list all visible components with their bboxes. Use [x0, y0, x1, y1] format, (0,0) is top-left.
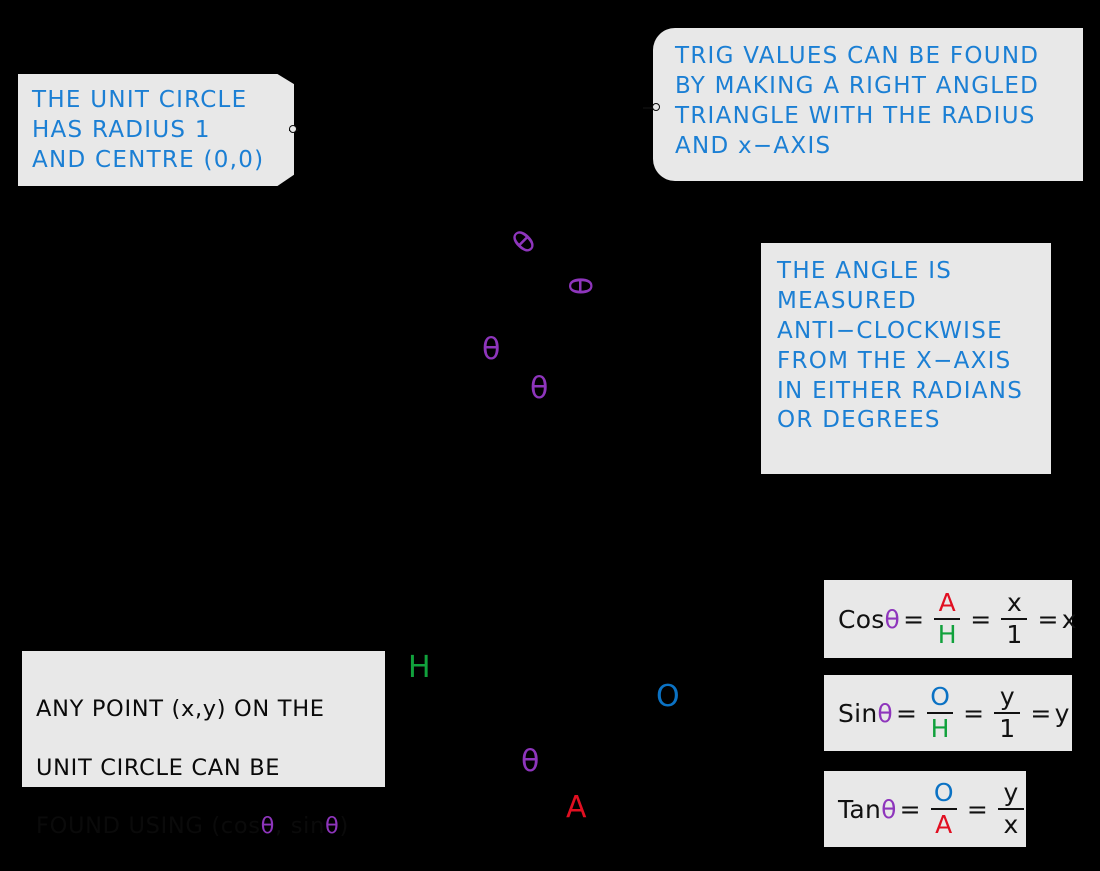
label-opposite: O — [656, 679, 680, 714]
formula-cos-fraction-values: x 1 — [1001, 588, 1028, 650]
formula-sin-fraction-ratio: O H — [927, 682, 954, 744]
theta-label-upright-left: θ — [482, 332, 501, 367]
formula-tan-equals-1: = — [899, 794, 921, 824]
formula-sin-name: Sin — [838, 698, 878, 728]
formula-tan-equals-2: = — [966, 794, 989, 824]
note-unit-circle: THE UNIT CIRCLE HAS RADIUS 1 AND CENTRE … — [18, 74, 294, 186]
label-adjacent: A — [566, 790, 587, 825]
formula-cos-denominator-hypotenuse: H — [937, 620, 957, 650]
formula-cos-numerator-x: x — [1006, 588, 1022, 618]
formula-sin-equals-2: = — [963, 698, 985, 728]
formula-sin-theta: θ — [877, 698, 893, 728]
formula-sin-numerator-opposite: O — [930, 682, 951, 712]
formula-sin: Sin θ = O H = y 1 = y — [824, 675, 1072, 751]
formula-tan-fraction-values: y x — [998, 778, 1025, 840]
formula-cos: Cos θ = A H = x 1 = x — [824, 580, 1076, 658]
theta-label-rotated-45: θ — [505, 223, 544, 262]
note-any-point-line-2: UNIT CIRCLE CAN BE — [36, 754, 281, 781]
formula-cos-numerator-adjacent: A — [938, 588, 956, 618]
note-any-point-line-3-middle: , sin — [275, 813, 326, 840]
connector-ring — [289, 125, 297, 133]
formula-cos-denominator-one: 1 — [1006, 620, 1023, 650]
formula-tan: Tan θ = O A = y x — [824, 771, 1026, 847]
formula-tan-denominator-adjacent: A — [935, 810, 953, 840]
diagram-canvas: THE UNIT CIRCLE HAS RADIUS 1 AND CENTRE … — [0, 0, 1100, 871]
formula-cos-result: x — [1061, 604, 1077, 634]
note-any-point-line-1: ANY POINT (x,y) ON THE — [36, 696, 325, 723]
formula-tan-numerator-opposite: O — [933, 778, 954, 808]
theta-label-triangle-angle: θ — [521, 744, 540, 779]
note-any-point-line-3-prefix: FOUND USING (cos — [36, 813, 261, 840]
formula-cos-equals-3: = — [1037, 604, 1059, 634]
note-angle-measurement: THE ANGLE IS MEASURED ANTI−CLOCKWISE FRO… — [761, 243, 1051, 474]
formula-sin-numerator-y: y — [999, 682, 1015, 712]
formula-tan-numerator-y: y — [1003, 778, 1019, 808]
formula-sin-denominator-one: 1 — [999, 714, 1016, 744]
theta-label-rotated-90: θ — [565, 276, 601, 296]
formula-cos-name: Cos — [838, 604, 885, 634]
theta-label-upright-right: θ — [530, 371, 549, 406]
label-hypotenuse: H — [408, 650, 431, 685]
formula-cos-equals-1: = — [903, 604, 925, 634]
formula-sin-equals-3: = — [1030, 698, 1052, 728]
formula-cos-fraction-ratio: A H — [934, 588, 961, 650]
formula-sin-fraction-values: y 1 — [994, 682, 1021, 744]
connector-stem — [643, 107, 652, 109]
formula-tan-theta: θ — [881, 794, 897, 824]
formula-sin-equals-1: = — [895, 698, 918, 728]
formula-sin-result: y — [1054, 698, 1070, 728]
formula-sin-denominator-hypotenuse: H — [930, 714, 950, 744]
formula-cos-equals-2: = — [970, 604, 992, 634]
theta-symbol-cos: θ — [260, 813, 276, 840]
note-any-point: ANY POINT (x,y) ON THE UNIT CIRCLE CAN B… — [22, 651, 385, 839]
formula-tan-denominator-x: x — [1003, 810, 1019, 840]
note-trig-values: TRIG VALUES CAN BE FOUND BY MAKING A RIG… — [653, 28, 1083, 181]
formula-tan-fraction-ratio: O A — [930, 778, 957, 840]
note-any-point-line-3: FOUND USING (cosθ, sinθ) — [36, 812, 373, 841]
note-any-point-line-3-suffix: ) — [339, 813, 349, 840]
formula-cos-theta: θ — [884, 604, 901, 634]
formula-tan-name: Tan — [838, 794, 882, 824]
theta-symbol-sin: θ — [325, 813, 340, 840]
connector-ring — [652, 103, 660, 111]
